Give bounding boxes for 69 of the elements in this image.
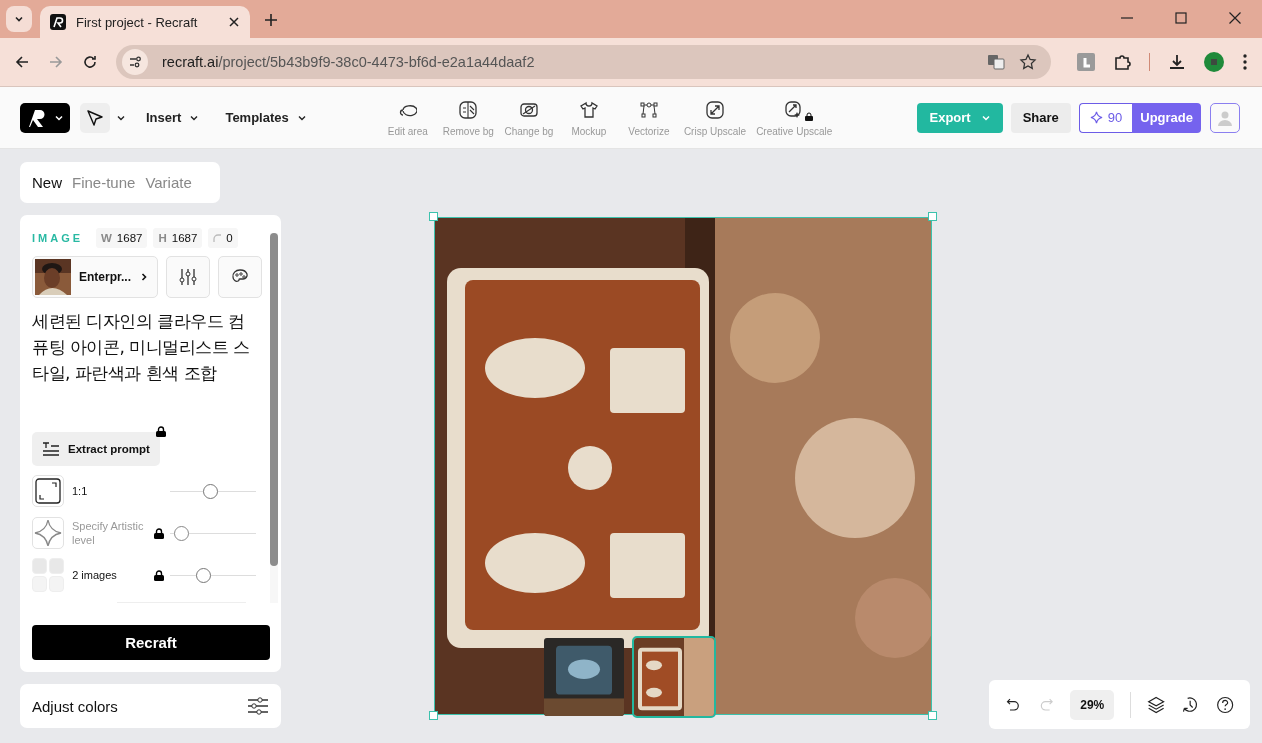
profile-avatar-icon[interactable] [1204,52,1224,72]
corner-radius-icon [213,234,222,242]
extract-prompt-button[interactable]: Extract prompt [32,432,160,466]
prompt-text[interactable]: 세련된 디자인의 클라우드 컴퓨팅 아이콘, 미니멀리스트 스타일, 파란색과 흰색 조합 [32,308,256,420]
aspect-ratio-icon[interactable] [32,475,64,507]
lock-icon [154,527,164,539]
close-icon[interactable] [1228,11,1242,25]
maximize-icon[interactable] [1174,11,1188,25]
upgrade-button[interactable]: Upgrade [1132,102,1201,133]
select-tool-button[interactable] [80,102,110,133]
generate-button[interactable]: Recraft [32,625,270,660]
tab-title: First project - Recraft [76,14,199,30]
menu-button[interactable]: Insert [136,104,210,131]
credits-counter: 90 [1078,102,1133,133]
extension-icon[interactable] [1077,53,1095,71]
adjust-colors-card[interactable]: Adjust colors [20,684,281,728]
new-tab-icon[interactable] [264,13,278,27]
slider-thumb[interactable] [203,483,219,499]
adjust-colors-label: Adjust colors [32,697,118,715]
dimension-field[interactable]: W 1687 [96,228,148,248]
mode-tab[interactable]: Variate [145,174,202,191]
adjust-sliders-icon [247,697,269,715]
setting-label: 1:1 [72,484,89,498]
download-icon[interactable] [1168,53,1186,71]
logo-menu-button[interactable] [20,102,70,133]
setting-label: Specify Artistic level [72,519,145,547]
slider-thumb[interactable] [196,567,212,583]
setting-label: 2 images [72,568,118,582]
resize-handle[interactable] [429,212,438,221]
resize-handle[interactable] [928,711,937,720]
sliders-icon [178,267,198,287]
browser-tab[interactable]: First project - Recraft [40,6,250,38]
star-icon[interactable] [1019,53,1037,71]
lock-icon [154,569,164,581]
close-icon[interactable] [228,16,240,28]
logo-icon [50,14,66,30]
mode-tab[interactable]: Fine-tune [72,174,146,191]
cursor-icon [85,107,105,128]
puzzle-icon[interactable] [1113,53,1131,71]
shirt-icon [578,99,599,120]
text-lines-icon [42,442,60,456]
address-bar[interactable]: recraft.ai/project/5b43b9f9-38c0-4473-bf6d-e2a1a44daaf2 [116,45,1051,79]
user-avatar-button[interactable] [1210,102,1240,133]
sliders-button[interactable] [166,256,210,298]
translate-icon[interactable] [987,53,1005,71]
palette-button[interactable] [218,256,262,298]
back-icon[interactable] [14,54,30,70]
vector-nodes-icon [638,99,659,120]
section-label: IMAGE [32,232,85,244]
site-info-icon[interactable] [122,49,148,75]
lock-icon [805,111,814,121]
split-square-icon [458,99,479,120]
reload-icon[interactable] [82,54,98,70]
sparkle-icon [1089,111,1103,124]
zoom-level-button[interactable]: 29% [1070,689,1115,720]
dimension-field[interactable]: 0 [208,228,238,248]
url-text: recraft.ai/project/5b43b9f9-38c0-4473-bf6d-e2a1a44daaf2 [162,54,535,70]
style-selector[interactable]: Enterpr... [32,256,158,298]
menu-button[interactable]: Templates [215,104,317,131]
chevron-right-icon [139,272,149,282]
share-button[interactable]: Share [1010,102,1071,133]
lock-icon [155,426,166,437]
mode-tab[interactable]: New [32,174,72,191]
scrollbar[interactable] [270,233,278,603]
more-menu-icon[interactable] [1242,53,1248,71]
resize-handle[interactable] [429,711,438,720]
resize-handle[interactable] [928,212,937,221]
dimension-field[interactable]: H 1687 [153,228,203,248]
sparkle-icon[interactable] [32,517,64,549]
